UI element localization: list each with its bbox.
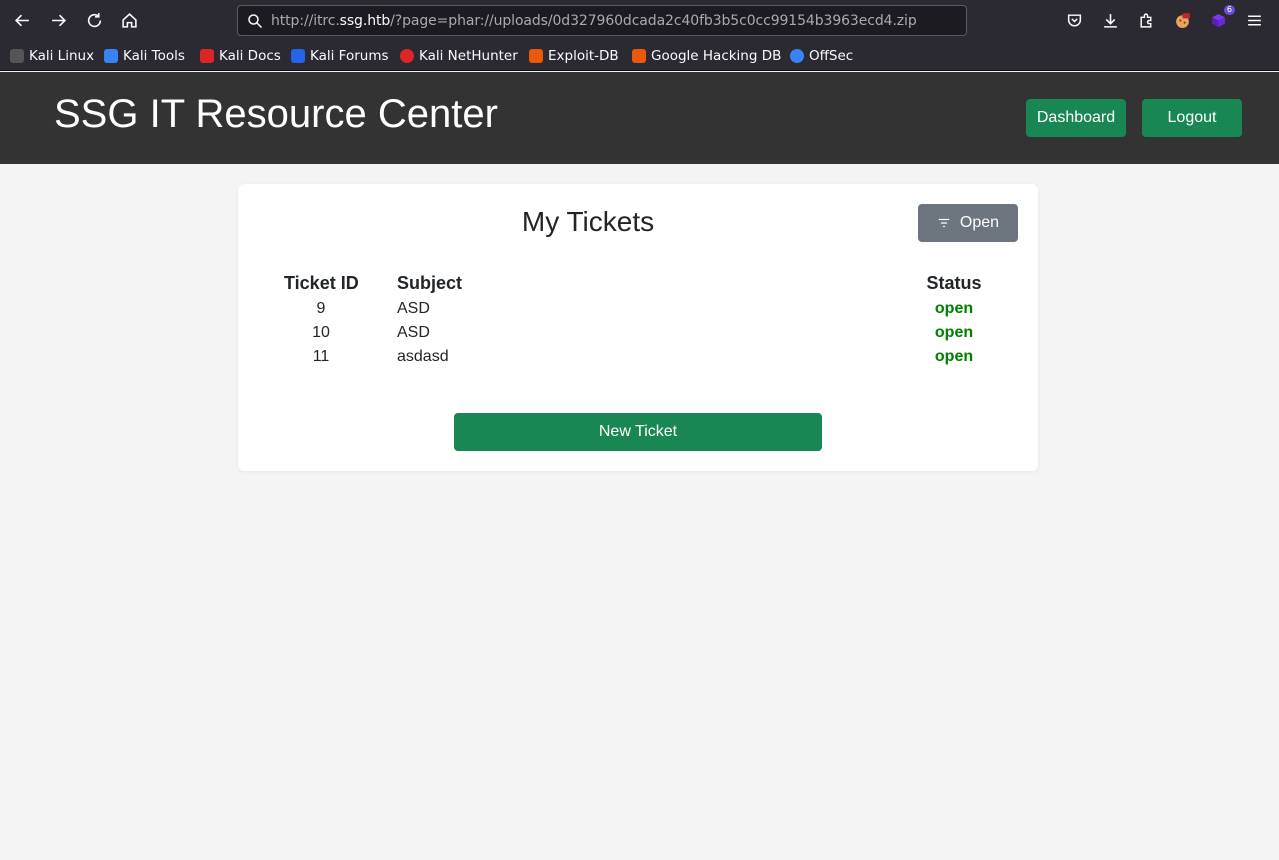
- ghdb-icon: [632, 49, 646, 63]
- exploit-db-icon: [529, 49, 543, 63]
- column-header-status: Status: [926, 273, 982, 293]
- forward-button[interactable]: [46, 8, 70, 32]
- site-title: SSG IT Resource Center: [54, 92, 498, 136]
- extension-foxyproxy-button[interactable]: 6: [1207, 5, 1235, 31]
- status-filter-button[interactable]: Open: [918, 204, 1018, 242]
- bookmark-ghdb[interactable]: Google Hacking DB: [632, 47, 781, 65]
- bookmarks-bar: Kali Linux Kali Tools Kali Docs Kali For…: [0, 40, 1279, 71]
- bookmark-label: Kali Linux: [29, 48, 95, 64]
- cookie-icon: [1175, 12, 1190, 28]
- ticket-id-cell: 10: [312, 324, 330, 341]
- tickets-card: My Tickets Open Ticket ID Subject Status…: [238, 184, 1038, 471]
- search-icon: [248, 14, 263, 29]
- puzzle-icon: [1139, 12, 1151, 28]
- dashboard-button[interactable]: Dashboard: [1026, 99, 1126, 137]
- logout-button[interactable]: Logout: [1142, 99, 1242, 137]
- kali-forums-icon: [291, 49, 305, 63]
- ticket-id-cell: 9: [316, 300, 326, 317]
- extension-cookie-button[interactable]: [1171, 9, 1193, 31]
- bookmark-kali-forums[interactable]: Kali Forums: [291, 47, 389, 65]
- extensions-button[interactable]: [1135, 9, 1157, 31]
- bookmark-kali-nethunter[interactable]: Kali NetHunter: [400, 47, 518, 65]
- filter-icon: [938, 218, 950, 228]
- bookmark-label: Exploit-DB: [548, 48, 619, 64]
- back-button[interactable]: [10, 8, 34, 32]
- pocket-button[interactable]: [1063, 9, 1085, 31]
- column-header-subject: Subject: [397, 273, 463, 293]
- ticket-subject-cell: ASD: [397, 300, 430, 317]
- bookmark-offsec[interactable]: OffSec: [790, 47, 853, 65]
- menu-button[interactable]: [1243, 9, 1265, 31]
- browser-toolbar: http://itrc.ssg.htb/?page=phar://uploads…: [0, 0, 1279, 40]
- reload-icon: [87, 12, 101, 27]
- bookmark-exploit-db[interactable]: Exploit-DB: [529, 47, 619, 65]
- page-title: My Tickets: [521, 206, 655, 237]
- bookmark-label: Kali Forums: [310, 48, 389, 64]
- hamburger-menu-icon: [1247, 14, 1261, 26]
- extension-badge: 6: [1223, 5, 1235, 15]
- bookmark-label: Google Hacking DB: [651, 48, 782, 64]
- home-icon: [121, 12, 137, 28]
- column-header-ticket-id: Ticket ID: [284, 273, 359, 293]
- url-path: /?page=phar://uploads/0d327960dcada2c40f…: [390, 13, 917, 29]
- bookmark-kali-linux[interactable]: Kali Linux: [10, 47, 94, 65]
- arrow-right-icon: [51, 14, 66, 26]
- url-text: http://itrc.ssg.htb/?page=phar://uploads…: [271, 13, 917, 29]
- home-button[interactable]: [117, 8, 141, 32]
- arrow-left-icon: [14, 14, 29, 26]
- ticket-status-cell: open: [934, 348, 974, 365]
- bookmark-kali-docs[interactable]: Kali Docs: [200, 47, 281, 65]
- bookmark-label: Kali Tools: [123, 48, 185, 64]
- ticket-status-cell: open: [934, 324, 974, 341]
- ticket-status-cell: open: [934, 300, 974, 317]
- offsec-icon: [790, 49, 804, 63]
- bookmark-label: OffSec: [809, 48, 854, 64]
- bookmark-label: Kali NetHunter: [419, 48, 518, 64]
- kali-docs-icon: [200, 49, 214, 63]
- bookmark-kali-tools[interactable]: Kali Tools: [104, 47, 185, 65]
- download-icon: [1103, 13, 1117, 28]
- nethunter-icon: [400, 49, 414, 63]
- kali-tools-icon: [104, 49, 118, 63]
- site-header: SSG IT Resource Center Dashboard Logout: [0, 72, 1279, 164]
- url-prefix: http://itrc.: [271, 13, 340, 29]
- url-host: ssg.htb: [339, 13, 391, 29]
- kali-dragon-icon: [10, 49, 24, 63]
- reload-button[interactable]: [82, 8, 106, 32]
- ticket-subject-cell: asdasd: [397, 348, 449, 365]
- downloads-button[interactable]: [1099, 9, 1121, 31]
- new-ticket-button[interactable]: New Ticket: [454, 413, 822, 451]
- extension-icon: [1211, 13, 1225, 27]
- pocket-icon: [1067, 13, 1081, 27]
- filter-label: Open: [959, 214, 1000, 231]
- ticket-id-cell: 11: [312, 348, 330, 365]
- address-bar[interactable]: http://itrc.ssg.htb/?page=phar://uploads…: [237, 5, 967, 36]
- ticket-subject-cell: ASD: [397, 324, 430, 341]
- bookmark-label: Kali Docs: [219, 48, 281, 64]
